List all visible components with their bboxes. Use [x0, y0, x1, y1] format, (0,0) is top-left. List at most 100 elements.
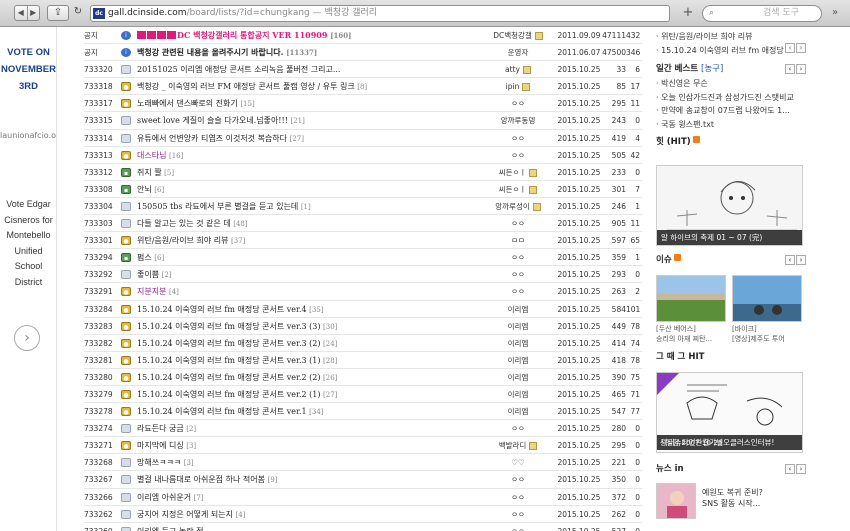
table-row[interactable]: 733317 ● 노래빠에서 댄스빠로의 진화기 [15] ㅇㅇ 2015.10.25 2… — [84, 95, 642, 113]
post-title-text[interactable]: 15.10.24 이숙영의 러브 fm 애정당 콘서트 ver.4 — [137, 305, 307, 314]
comment-count[interactable]: [2] — [162, 271, 172, 279]
table-row[interactable]: 733280 ● 15.10.24 이숙영의 러브 fm 애정당 콘서트 ver.2… — [84, 369, 642, 386]
post-writer[interactable]: ㅇㅇ — [482, 215, 554, 232]
writer-name[interactable]: ipin — [506, 82, 520, 91]
table-row[interactable]: 733315 sweet love 게질이 슬슬 다가오네.넘좋아!!! [21]… — [84, 112, 642, 130]
post-title-text[interactable]: 좋이쁨 — [137, 270, 159, 279]
post-title-text[interactable]: 쥐지 짤 — [137, 168, 162, 177]
comment-count[interactable]: [1] — [301, 203, 311, 211]
post-writer[interactable]: 앙까루성이 — [482, 198, 554, 215]
post-writer[interactable]: ㅇㅇ — [482, 130, 554, 147]
post-writer[interactable]: ㅇㅇ — [482, 471, 554, 488]
writer-name[interactable]: ♡♡ — [511, 458, 524, 467]
comment-count[interactable]: [6] — [154, 186, 164, 194]
writer-name[interactable]: 이리엠 — [508, 339, 529, 348]
top-list-item[interactable]: · 위탄/음원/라이브 희야 리뷰 — [652, 30, 850, 44]
comment-count[interactable]: [34] — [309, 408, 323, 416]
ad-next-button[interactable]: › — [14, 325, 40, 351]
prev-page-icon[interactable]: ‹ — [785, 43, 795, 53]
table-row[interactable]: 733304 150505 tbs 라됴에서 부른 별걸을 듣고 있는데 [1] 앙… — [84, 198, 642, 216]
share-button[interactable]: ⇪ — [47, 5, 69, 21]
next-page-icon[interactable]: › — [796, 464, 806, 474]
post-title-text[interactable]: 15.10.24 이숙영의 러브 fm 애정당 콘서트 ver.1 — [137, 407, 307, 416]
post-title-text[interactable]: sweet love 게질이 슬슬 다가오네.넘좋아!!! — [137, 116, 288, 125]
url-bar[interactable]: dc gall.dcinside.com/board/lists/?id=chu… — [90, 5, 670, 22]
table-row[interactable]: 733303 다들 알고는 있는 것 같은 데 [48] ㅇㅇ 2015.10.25 9… — [84, 215, 642, 233]
comment-count[interactable]: [5] — [164, 169, 174, 177]
post-writer[interactable]: ㅇㅇ — [482, 283, 554, 300]
new-tab-button[interactable]: + — [680, 5, 696, 22]
post-title-text[interactable]: 백청강 _ 이숙영의 러브 FM 애정당 콘서트 풀캠 영상 / 유투 링크 — [137, 82, 355, 91]
post-writer[interactable]: 씨든ㅇㅣ — [482, 164, 554, 181]
post-writer[interactable]: ♡♡ — [482, 454, 554, 471]
issue-caption-1[interactable]: [두산 베어스] 승리의 아재 찌탄... — [656, 324, 712, 344]
table-row[interactable]: 733268 망해쓰ㅋㅋㅋ [3] ♡♡ 2015.10.25 221 0 — [84, 454, 642, 472]
post-title[interactable]: 쥐지 짤 [5] — [137, 164, 482, 182]
writer-name[interactable]: ㅇㅇ — [511, 219, 525, 228]
post-title-text[interactable]: 마지막에 디싱 — [137, 441, 184, 450]
post-writer[interactable]: ipin — [482, 78, 554, 95]
sidebar-button[interactable]: » — [826, 5, 844, 22]
comment-count[interactable]: [28] — [323, 357, 337, 365]
comment-count[interactable]: [3] — [184, 459, 194, 467]
post-writer[interactable]: 백발라디 — [482, 437, 554, 454]
writer-name[interactable]: 운영자 — [508, 48, 529, 57]
issue-thumbnail-baseball[interactable] — [656, 275, 726, 322]
post-title-text[interactable]: 대스타님 — [137, 151, 166, 160]
comment-count[interactable]: [4] — [169, 288, 179, 296]
post-title-text[interactable]: 망해쓰ㅋㅋㅋ — [137, 458, 181, 467]
post-title[interactable]: 안뇌 [6] — [137, 181, 482, 199]
post-title[interactable]: 백청강 관련된 내용을 올려주시기 바랍니다. [11337] — [137, 44, 482, 61]
post-title-text[interactable]: 별걸 내나름대로 아쉬운점 하나 적어봄 — [137, 475, 265, 484]
table-row[interactable]: 733271 ● 마지막에 디싱 [3] 백발라디 2015.10.25 295 0 — [84, 437, 642, 455]
post-title-text[interactable]: 안뇌 — [137, 185, 152, 194]
top-list-item[interactable]: · 15.10.24 이숙영의 러브 fm 애정당 — [652, 44, 850, 58]
comment-count[interactable]: [26] — [323, 374, 337, 382]
comment-count[interactable]: [24] — [323, 340, 337, 348]
comment-count[interactable]: [35] — [309, 306, 323, 314]
writer-name[interactable]: 앙까루동뎅 — [501, 116, 536, 125]
post-title[interactable]: DC 백청강갤러리 통합공지 VER 110909 [160] — [137, 27, 482, 44]
table-row[interactable]: 733313 ● 대스타님 [16] ㅇㅇ 2015.10.25 505 42 — [84, 147, 642, 164]
post-title[interactable]: 유튜에서 언변앙카 티엽즈 이것저것 복습하다 [27] — [137, 130, 482, 148]
post-writer[interactable]: atty — [482, 61, 554, 78]
comment-count[interactable]: [8] — [357, 83, 367, 91]
post-writer[interactable]: 이리엠 — [482, 318, 554, 335]
post-title[interactable]: 15.10.24 이숙영의 러브 fm 애정당 콘서트 ver.1 [34] — [137, 403, 482, 421]
post-writer[interactable]: ㅇㅇ — [482, 420, 554, 437]
table-row[interactable]: 733308 ▪ 안뇌 [6] 씨든ㅇㅣ 2015.10.25 301 7 — [84, 181, 642, 198]
writer-name[interactable]: 이리엠 — [508, 390, 529, 399]
post-title[interactable]: 다들 알고는 있는 것 같은 데 [48] — [137, 215, 482, 233]
table-row[interactable]: 공지 i DC 백청강갤러리 통합공지 VER 110909 [160] DC백청강갤… — [84, 27, 642, 45]
post-title-text[interactable]: 지분지분 — [137, 287, 166, 296]
post-title[interactable]: 15.10.24 이숙영의 러브 fm 애정당 콘서트 ver.3 (2) [2… — [137, 335, 482, 353]
post-writer[interactable]: 운영자 — [482, 44, 554, 61]
comment-count[interactable]: [3] — [186, 442, 196, 450]
comment-count[interactable]: [4] — [236, 511, 246, 519]
writer-name[interactable]: ㅇㅇ — [511, 99, 525, 108]
prev-page-icon[interactable]: ‹ — [785, 464, 795, 474]
post-title[interactable]: 별걸 내나름대로 아쉬운점 하나 적어봄 [9] — [137, 471, 482, 489]
post-title[interactable]: 15.10.24 이숙영의 러브 fm 애정당 콘서트 ver.3 (3) [3… — [137, 318, 482, 336]
post-writer[interactable]: ㅇㅇ — [482, 95, 554, 112]
writer-name[interactable]: ㅇㅇ — [511, 475, 525, 484]
post-writer[interactable]: ㅇㅇ — [482, 249, 554, 266]
post-title[interactable]: 좋이쁨 [2] — [137, 266, 482, 284]
writer-name[interactable]: ㅇㅇ — [511, 151, 525, 160]
daily-best-item[interactable]: · 박신영은 무슨 — [652, 77, 850, 91]
writer-name[interactable]: ㅇㅇ — [511, 253, 525, 262]
post-title-text[interactable]: 15.10.24 이숙영의 러브 fm 애정당 콘서트 ver.3 (2) — [137, 339, 320, 348]
writer-name[interactable]: 씨든ㅇㅣ — [499, 185, 527, 194]
daily-best-item[interactable]: · 오늘 인삼가드진과 삼성가드진 스탯비교 — [652, 91, 850, 105]
news-text[interactable]: 예원도 복귀 준비? SNS 활동 시작... — [702, 487, 763, 509]
post-writer[interactable]: 이리엠 — [482, 369, 554, 386]
back-forward-buttons[interactable]: ◀ ▶ — [14, 5, 40, 21]
post-title-text[interactable]: 라됴든다 궁금 — [137, 424, 184, 433]
post-writer[interactable]: ㅁㅁ — [482, 232, 554, 249]
hit-thumbnail[interactable]: 알 하이브의 축제 01 ~ 07 (完) — [656, 165, 803, 246]
left-ad-banner[interactable]: VOTE ON NOVEMBER 3RD launionafcio.o... V… — [0, 27, 57, 531]
post-writer[interactable]: 앙까루동뎅 — [482, 112, 554, 129]
post-title-text[interactable]: 15.10.24 이숙영의 러브 fm 애정당 콘서트 ver.3 (3) — [137, 322, 320, 331]
post-writer[interactable]: 이리엠 — [482, 301, 554, 318]
table-row[interactable]: 공지 i 백청강 관련된 내용을 올려주시기 바랍니다. [11337] 운영자 201… — [84, 44, 642, 62]
